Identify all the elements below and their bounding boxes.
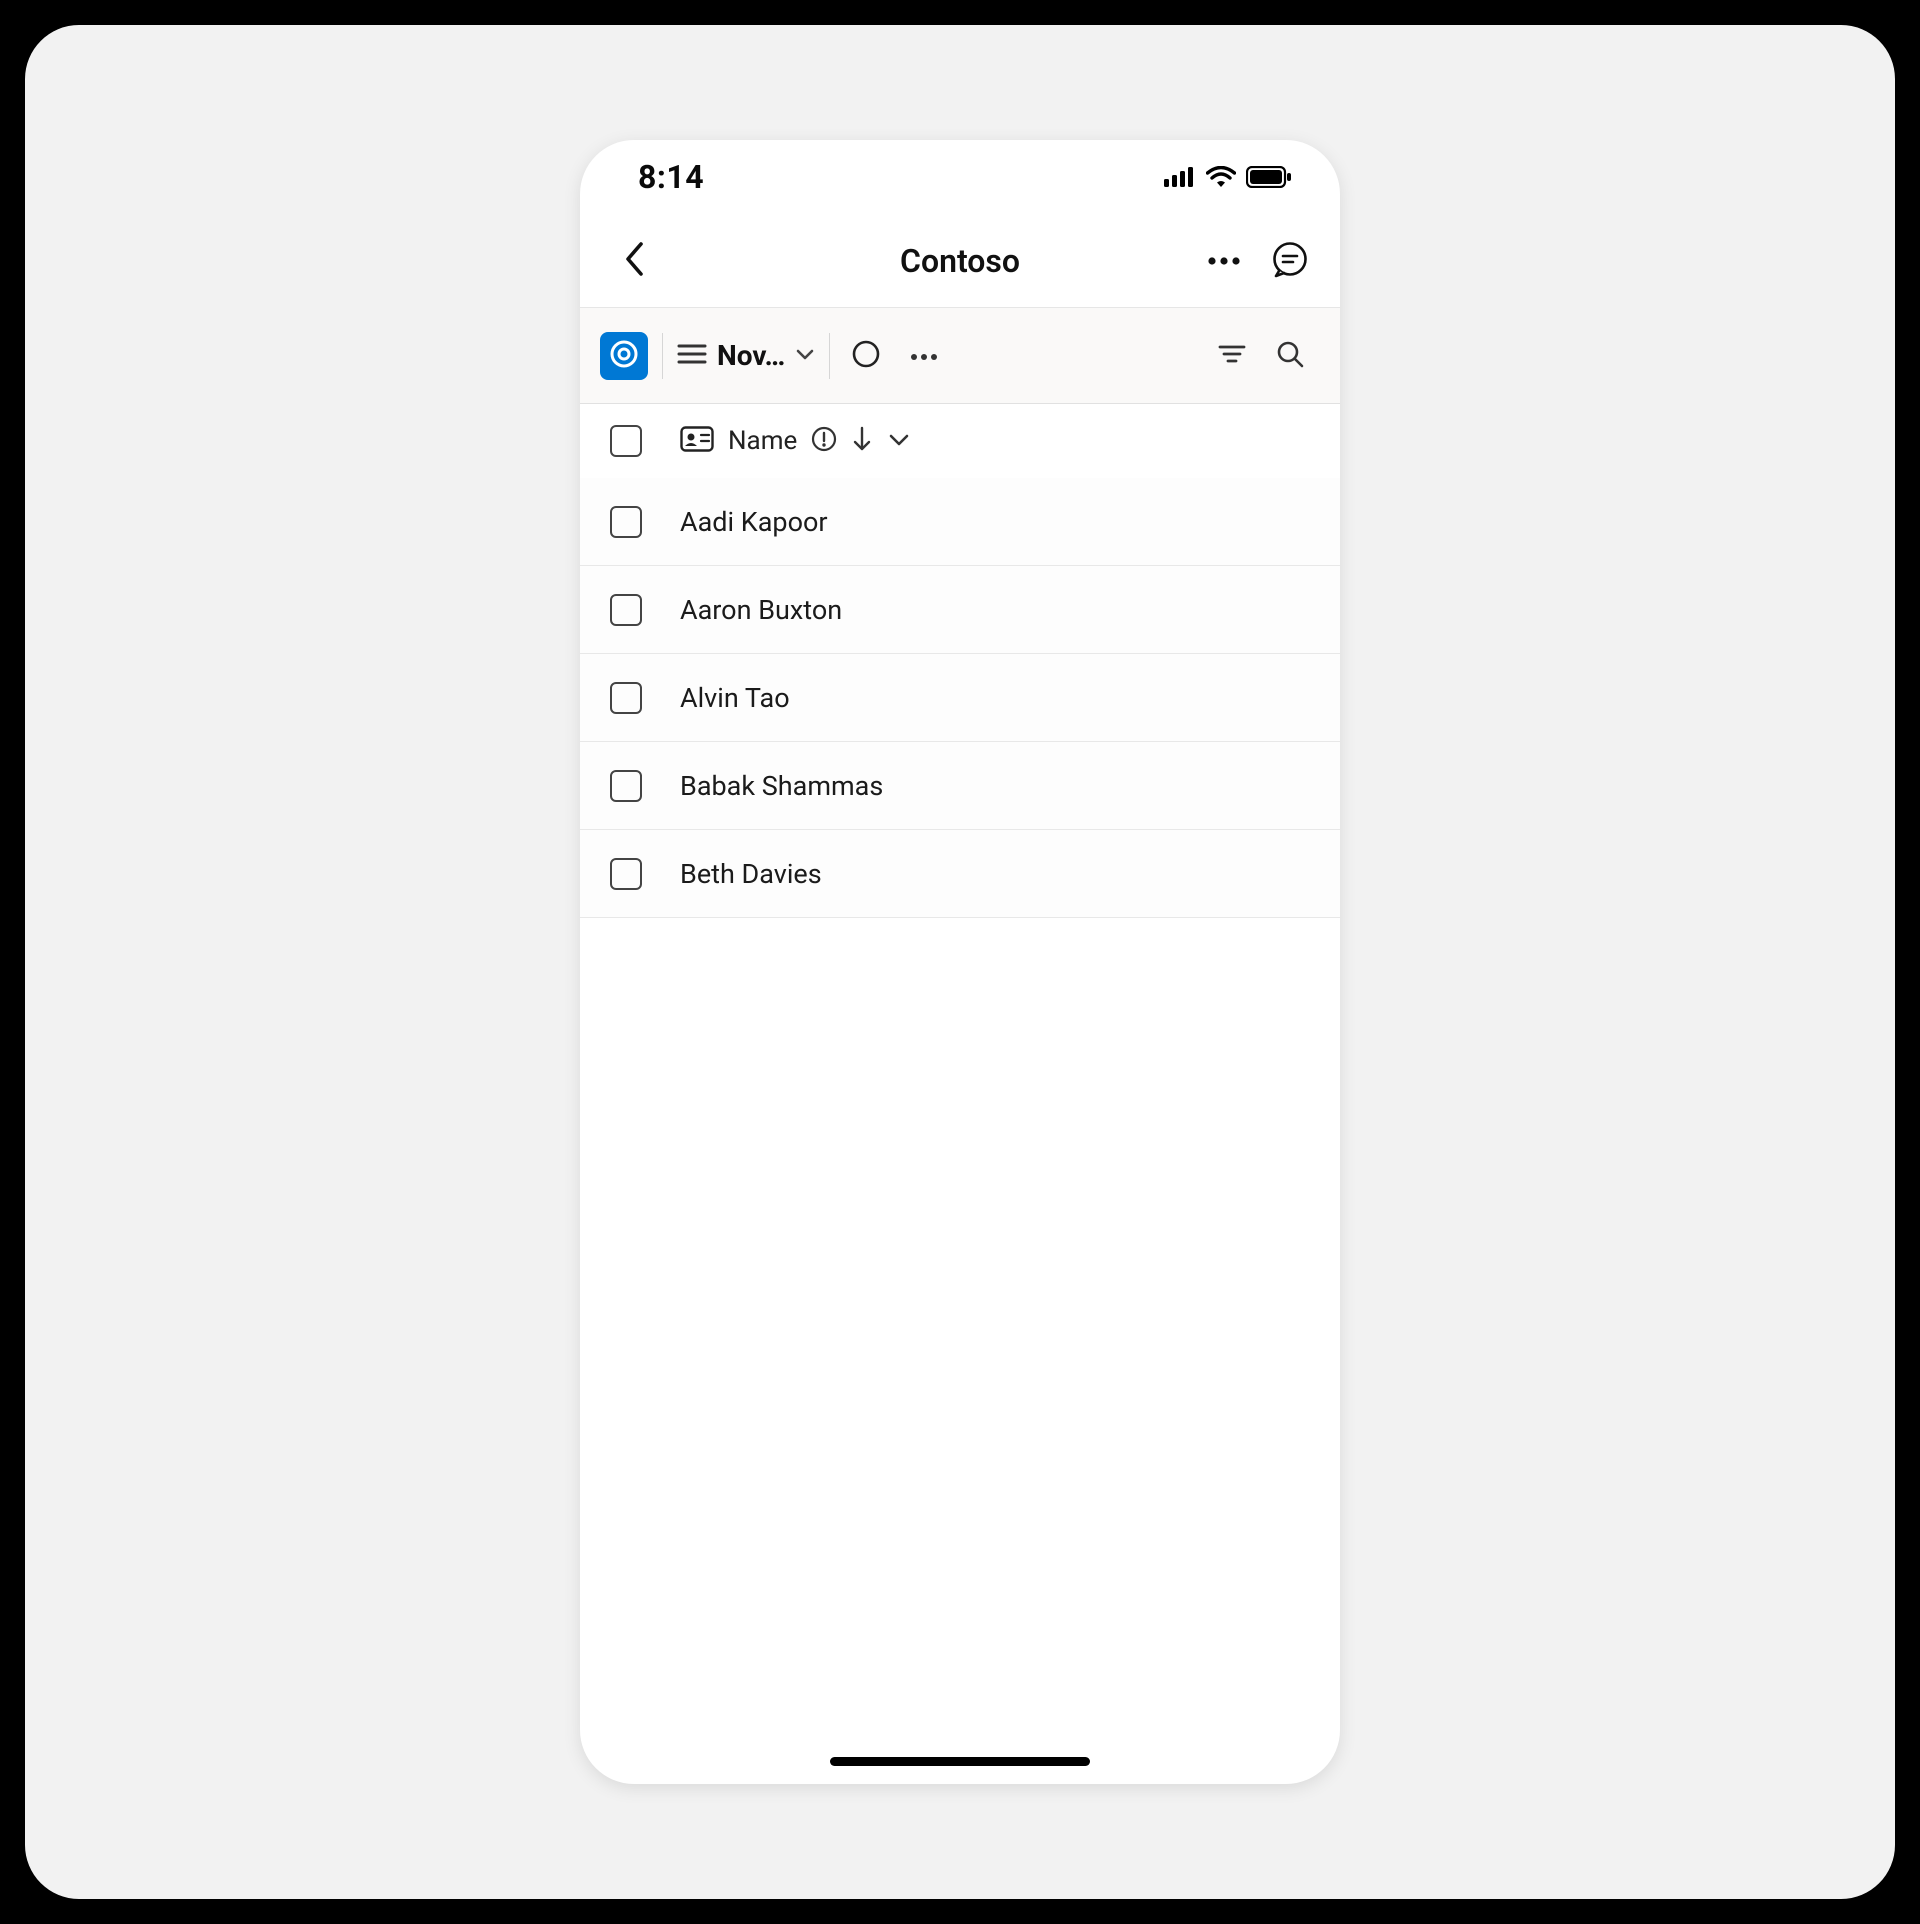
sort-down-icon <box>851 425 873 457</box>
name-cell: Babak Shammas <box>680 770 883 802</box>
back-button[interactable] <box>612 239 656 283</box>
contact-card-icon <box>680 426 714 456</box>
chevron-left-icon <box>623 241 645 281</box>
chevron-down-icon <box>795 346 815 365</box>
name-cell: Aaron Buxton <box>680 594 842 626</box>
filter-icon <box>1218 343 1246 369</box>
column-name-label: Name <box>728 426 797 456</box>
record-row[interactable]: Aaron Buxton <box>580 566 1340 654</box>
row-checkbox[interactable] <box>610 682 642 714</box>
more-horizontal-icon <box>1207 251 1241 270</box>
status-bar: 8:14 <box>580 140 1340 214</box>
row-checkbox[interactable] <box>610 770 642 802</box>
view-selector[interactable]: Nov… <box>677 339 815 372</box>
chevron-down-icon <box>887 431 911 451</box>
status-time: 8:14 <box>638 158 704 196</box>
record-indicator-button[interactable] <box>844 334 888 378</box>
overflow-button[interactable] <box>1202 239 1246 283</box>
name-cell: Beth Davies <box>680 858 822 890</box>
status-indicators <box>1164 166 1292 188</box>
circle-icon <box>851 339 881 373</box>
filter-button[interactable] <box>1210 334 1254 378</box>
wifi-icon <box>1206 166 1236 188</box>
search-button[interactable] <box>1268 334 1312 378</box>
name-cell: Alvin Tao <box>680 682 790 714</box>
record-row[interactable]: Aadi Kapoor <box>580 478 1340 566</box>
column-name-header[interactable]: Name <box>680 425 911 457</box>
record-row[interactable]: Beth Davies <box>580 830 1340 918</box>
battery-icon <box>1246 166 1292 188</box>
app-tile[interactable] <box>600 332 648 380</box>
row-checkbox[interactable] <box>610 858 642 890</box>
separator <box>662 333 663 379</box>
row-checkbox[interactable] <box>610 506 642 538</box>
phone-screen: 8:14 <box>580 140 1340 1784</box>
name-cell: Aadi Kapoor <box>680 506 828 538</box>
info-icon <box>811 426 837 456</box>
separator <box>829 333 830 379</box>
select-all-checkbox[interactable] <box>610 425 642 457</box>
nav-header: Contoso <box>580 214 1340 308</box>
app-frame: 8:14 <box>25 25 1895 1899</box>
record-list: Aadi Kapoor Aaron Buxton Alvin Tao Babak… <box>580 478 1340 918</box>
record-row[interactable]: Babak Shammas <box>580 742 1340 830</box>
app-logo-icon <box>609 339 639 373</box>
toolbar-overflow-button[interactable] <box>902 334 946 378</box>
column-header: Name <box>580 404 1340 478</box>
record-row[interactable]: Alvin Tao <box>580 654 1340 742</box>
list-icon <box>677 342 707 370</box>
home-indicator[interactable] <box>830 1757 1090 1766</box>
toolbar: Nov… <box>580 308 1340 404</box>
more-horizontal-icon <box>910 346 938 365</box>
chat-icon <box>1271 240 1309 282</box>
cellular-icon <box>1164 167 1196 187</box>
row-checkbox[interactable] <box>610 594 642 626</box>
search-icon <box>1276 340 1304 372</box>
chat-button[interactable] <box>1268 239 1312 283</box>
view-label: Nov… <box>717 339 785 372</box>
